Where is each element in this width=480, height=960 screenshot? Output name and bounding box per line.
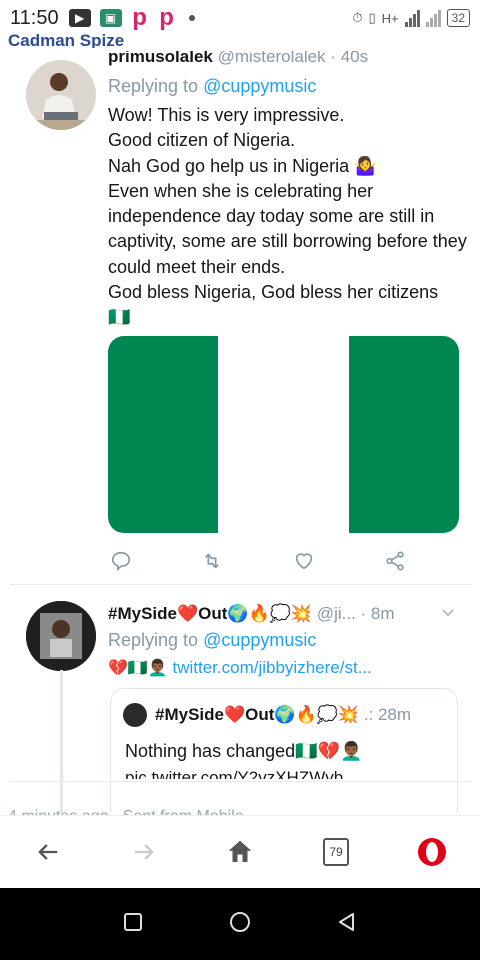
chevron-down-icon[interactable] xyxy=(440,604,456,625)
quote-display-name: #MySide❤️Out🌍🔥💭💥 xyxy=(155,705,360,724)
tweet-link[interactable]: twitter.com/jibbyizhere/st... xyxy=(173,658,372,677)
quoted-tweet[interactable]: #MySide❤️Out🌍🔥💭💥 .: 28m Nothing has chan… xyxy=(110,688,458,813)
handle-2: @ji... xyxy=(316,604,356,623)
nigeria-flag-image[interactable] xyxy=(108,336,459,533)
back-icon[interactable] xyxy=(28,832,68,872)
quote-link: pic.twitter.com/Y2vzXHZWvb xyxy=(125,768,344,779)
tweet-body: Wow! This is very impressive. Good citiz… xyxy=(108,105,467,328)
avatar-image-2 xyxy=(26,601,96,671)
quote-text: Nothing has changed🇳🇬💔👨🏾‍🦱 xyxy=(125,741,363,761)
tweet-divider xyxy=(10,584,472,585)
p-app-notification-icon-2: p xyxy=(159,4,174,31)
display-name-2[interactable]: #MySide❤️Out🌍🔥💭💥 xyxy=(108,604,312,623)
cut-page-title: Cadman Spize xyxy=(8,31,125,48)
more-notifications-icon xyxy=(188,15,195,21)
body-emoji: 💔🇳🇬👨🏾‍🦱 xyxy=(108,660,168,677)
replying-to: Replying to @cuppymusic xyxy=(108,76,317,96)
flag-green-right xyxy=(349,336,459,533)
tweet-time-2: 8m xyxy=(370,604,395,623)
android-nav-bar xyxy=(0,888,480,960)
thread-line xyxy=(60,670,63,813)
android-notification-icon: ▣ xyxy=(99,9,122,27)
network-type: H+ xyxy=(381,10,399,26)
flag-white-center xyxy=(217,336,350,533)
opera-icon[interactable] xyxy=(412,832,452,872)
youtube-notification-icon: ▶ xyxy=(68,9,91,27)
forward-icon[interactable] xyxy=(124,832,164,872)
bottom-divider xyxy=(10,781,472,782)
status-time: 11:50 xyxy=(10,6,59,29)
recents-icon[interactable] xyxy=(122,911,144,938)
replying-to-2: Replying to @cuppymusic xyxy=(108,630,317,650)
flag-green-left xyxy=(108,336,218,533)
signal-icon xyxy=(404,9,420,27)
avatar-2[interactable] xyxy=(26,601,96,671)
p-app-notification-icon: p xyxy=(132,4,147,31)
avatar[interactable] xyxy=(26,60,96,130)
reply-icon[interactable] xyxy=(108,548,134,574)
signal-icon-2 xyxy=(425,9,441,27)
battery-indicator: 32 xyxy=(446,9,470,27)
avatar-image xyxy=(26,60,96,130)
tweet-thread[interactable]: primusolalek @misterolalek · 40s Replyin… xyxy=(0,48,480,813)
alarm-icon: ⏱ xyxy=(352,10,363,25)
share-icon[interactable] xyxy=(382,548,408,574)
tabs-count: 79 xyxy=(323,838,349,866)
browser-bottom-bar: 79 xyxy=(0,815,480,888)
tabs-icon[interactable]: 79 xyxy=(316,832,356,872)
handle: @misterolalek xyxy=(217,51,326,66)
tweet-time: 40s xyxy=(340,51,369,66)
android-back-icon[interactable] xyxy=(336,911,358,938)
retweet-icon[interactable] xyxy=(199,548,225,574)
vibrate-icon: ▯ xyxy=(368,10,376,25)
tweet-actions xyxy=(108,548,408,574)
quote-avatar xyxy=(123,703,147,727)
android-home-icon[interactable] xyxy=(228,910,252,939)
like-icon[interactable] xyxy=(291,548,317,574)
replying-to-link[interactable]: @cuppymusic xyxy=(203,76,316,96)
quote-time: .: 28m xyxy=(363,705,412,724)
home-icon[interactable] xyxy=(220,832,260,872)
replying-to-link-2[interactable]: @cuppymusic xyxy=(203,630,316,650)
display-name[interactable]: primusolalek xyxy=(108,51,213,66)
